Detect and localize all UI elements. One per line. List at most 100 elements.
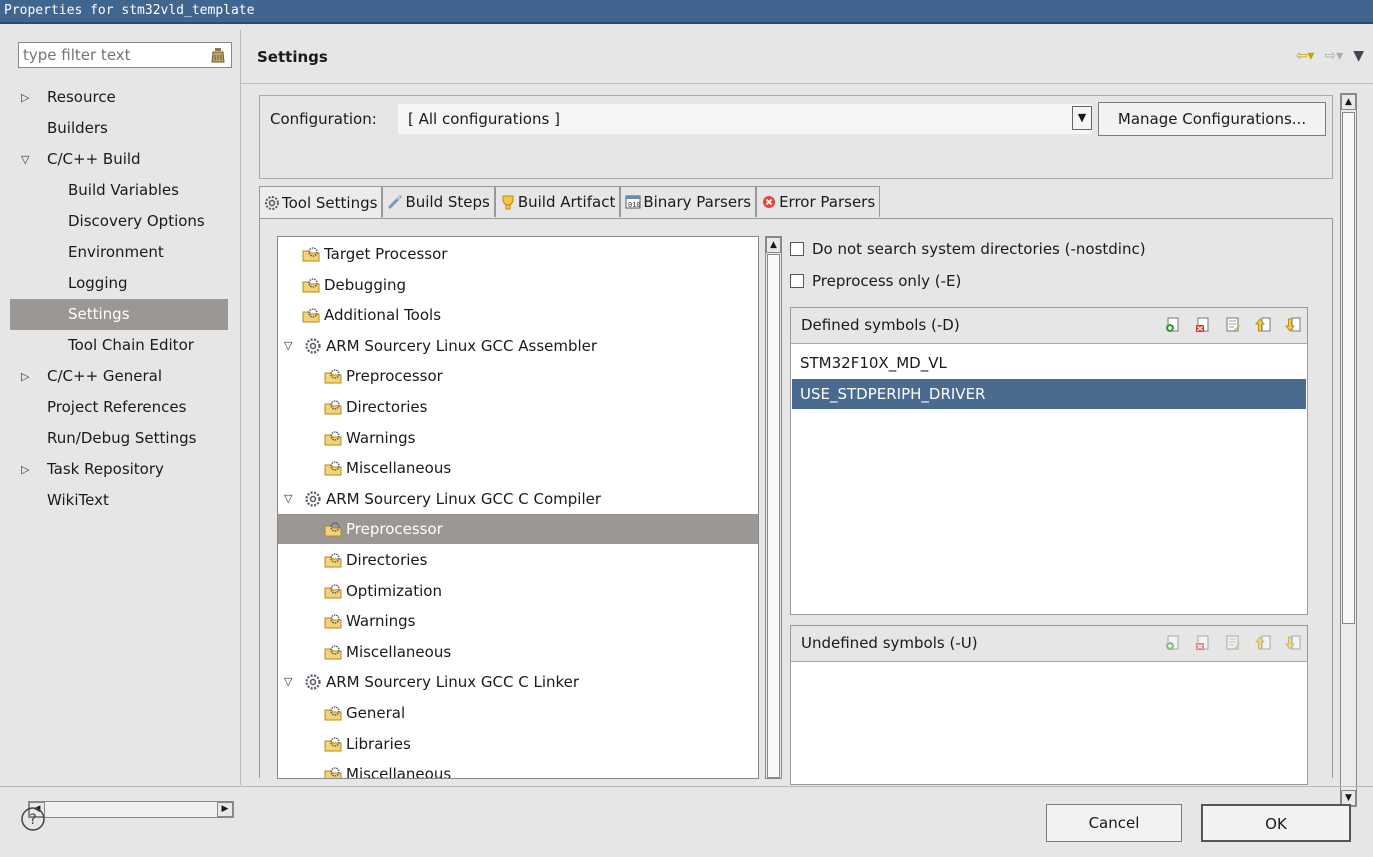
tool-tree-item[interactable]: Miscellaneous (278, 637, 758, 667)
collapsed-arrow-icon[interactable]: ▷ (21, 82, 33, 113)
sidebar-item[interactable]: Project References (10, 392, 228, 423)
tool-tree-item[interactable]: ▽ ARM Sourcery Linux GCC Assembler (278, 331, 758, 361)
defined-symbol-row[interactable]: USE_STDPERIPH_DRIVER (792, 379, 1306, 409)
tool-tree-label: Directories (346, 551, 428, 569)
collapsed-arrow-icon[interactable]: ▷ (21, 454, 33, 485)
nostdinc-option[interactable]: Do not search system directories (-nostd… (790, 237, 1146, 261)
view-menu-icon[interactable]: ▼ (1353, 48, 1364, 64)
sidebar-item[interactable]: Environment (10, 237, 228, 268)
sidebar-item-label: Build Variables (68, 181, 179, 199)
tool-tree: Target Processor Debugging Additional Tool… (277, 236, 759, 779)
scroll-right-icon[interactable]: ▶ (217, 802, 233, 817)
defined-symbol-row[interactable]: STM32F10X_MD_VL (792, 348, 1306, 378)
sidebar-item[interactable]: Settings (10, 299, 228, 330)
move-down-icon[interactable] (1285, 635, 1301, 651)
tool-tree-item[interactable]: Warnings (278, 423, 758, 453)
binary-icon: 010 (625, 195, 641, 209)
window-title: Properties for stm32vld_template (0, 0, 1373, 24)
sidebar-item[interactable]: ▷ Resource (10, 82, 228, 113)
tool-tree-item[interactable]: Optimization (278, 576, 758, 606)
preprocess-only-option[interactable]: Preprocess only (-E) (790, 269, 961, 293)
tool-tree-item[interactable]: Debugging (278, 270, 758, 300)
sidebar-item[interactable]: ▷ C/C++ General (10, 361, 228, 392)
tool-tree-item[interactable]: Libraries (278, 729, 758, 759)
tool-tree-item[interactable]: Preprocessor (278, 514, 758, 545)
tool-tree-item[interactable]: Directories (278, 545, 758, 575)
tool-tree-vscrollbar[interactable]: ▲ (765, 236, 782, 779)
tab-error-parsers[interactable]: Error Parsers (756, 186, 881, 217)
sidebar-item-label: Discovery Options (68, 212, 205, 230)
tab-build-artifact[interactable]: Build Artifact (494, 186, 621, 217)
tool-tree-label: Preprocessor (346, 520, 443, 539)
option-category-icon (324, 736, 342, 752)
edit-icon[interactable] (1225, 317, 1241, 333)
option-category-icon (324, 583, 342, 599)
tool-tree-item[interactable]: Warnings (278, 606, 758, 636)
tab-tool-settings[interactable]: Tool Settings (259, 186, 383, 219)
back-arrow-icon[interactable]: ⇦▾ (1296, 48, 1315, 64)
move-up-icon[interactable] (1255, 635, 1271, 651)
tool-tree-item[interactable]: General (278, 698, 758, 728)
delete-icon[interactable] (1195, 317, 1211, 333)
scroll-up-icon[interactable]: ▲ (766, 237, 781, 253)
sidebar-item[interactable]: Build Variables (10, 175, 228, 206)
sidebar-item[interactable]: WikiText (10, 485, 228, 516)
scroll-thumb[interactable] (767, 254, 780, 778)
sidebar-item[interactable]: Run/Debug Settings (10, 423, 228, 454)
preprocess-only-checkbox[interactable] (790, 274, 804, 288)
option-category-icon (324, 767, 342, 778)
add-icon[interactable] (1165, 317, 1181, 333)
settings-pane: Settings ⇦▾ ⇨▾ ▼ Configuration: [ All co… (240, 30, 1373, 807)
scroll-thumb[interactable] (1342, 112, 1355, 624)
tool-tree-item[interactable]: Miscellaneous (278, 759, 758, 778)
sidebar-item[interactable]: Tool Chain Editor (10, 330, 228, 361)
expanded-arrow-icon[interactable]: ▽ (284, 667, 292, 697)
cancel-button[interactable]: Cancel (1046, 804, 1182, 842)
nostdinc-checkbox[interactable] (790, 242, 804, 256)
clear-filter-icon[interactable] (210, 46, 226, 64)
help-icon[interactable]: ? (20, 806, 46, 832)
scroll-up-icon[interactable]: ▲ (1341, 94, 1356, 110)
undefined-symbols-panel: Undefined symbols (-U) (790, 625, 1308, 785)
sidebar-item[interactable]: Builders (10, 113, 228, 144)
navigation-icons: ⇦▾ ⇨▾ ▼ (1296, 48, 1364, 64)
sidebar-item[interactable]: Logging (10, 268, 228, 299)
expanded-arrow-icon[interactable]: ▽ (284, 331, 292, 361)
filter-field[interactable] (18, 42, 232, 68)
forward-arrow-icon[interactable]: ⇨▾ (1324, 48, 1343, 64)
tool-tree-label: Miscellaneous (346, 459, 452, 478)
tab-build-steps[interactable]: Build Steps (382, 186, 495, 217)
pane-vscrollbar[interactable]: ▲ ▼ (1340, 93, 1357, 807)
configuration-select[interactable]: [ All configurations ] ▼ (398, 104, 1092, 134)
option-category-icon (324, 614, 342, 629)
tool-tree-item[interactable]: Miscellaneous (278, 453, 758, 483)
filter-input[interactable] (19, 43, 197, 67)
add-icon[interactable] (1165, 635, 1181, 651)
sidebar-item[interactable]: ▽ C/C++ Build (10, 144, 228, 175)
option-category-icon (302, 277, 320, 293)
expanded-arrow-icon[interactable]: ▽ (21, 144, 33, 175)
expanded-arrow-icon[interactable]: ▽ (284, 484, 292, 514)
collapsed-arrow-icon[interactable]: ▷ (21, 361, 33, 392)
sidebar-hscrollbar[interactable]: ◀ ▶ (28, 801, 234, 818)
tool-tree-item[interactable]: Target Processor (278, 239, 758, 269)
option-category-icon (324, 706, 342, 721)
sidebar-item[interactable]: Discovery Options (10, 206, 228, 237)
tool-tree-item[interactable]: ▽ ARM Sourcery Linux GCC C Linker (278, 667, 758, 697)
move-up-icon[interactable] (1255, 317, 1271, 333)
tab-binary-parsers[interactable]: 010 Binary Parsers (620, 186, 757, 217)
tool-tree-item[interactable]: Directories (278, 392, 758, 422)
chevron-down-icon[interactable]: ▼ (1072, 106, 1092, 130)
sidebar-item-label: Task Repository (47, 460, 164, 478)
tool-tree-item[interactable]: Additional Tools (278, 300, 758, 330)
sidebar-item[interactable]: ▷ Task Repository (10, 454, 228, 485)
tool-tree-item[interactable]: Preprocessor (278, 361, 758, 391)
move-down-icon[interactable] (1285, 317, 1301, 333)
configuration-label: Configuration: (270, 110, 377, 128)
ok-button[interactable]: OK (1201, 804, 1351, 842)
manage-configurations-button[interactable]: Manage Configurations... (1098, 102, 1326, 136)
delete-icon[interactable] (1195, 635, 1211, 651)
edit-icon[interactable] (1225, 635, 1241, 651)
tool-tree-item[interactable]: ▽ ARM Sourcery Linux GCC C Compiler (278, 484, 758, 514)
option-category-icon (324, 522, 342, 537)
